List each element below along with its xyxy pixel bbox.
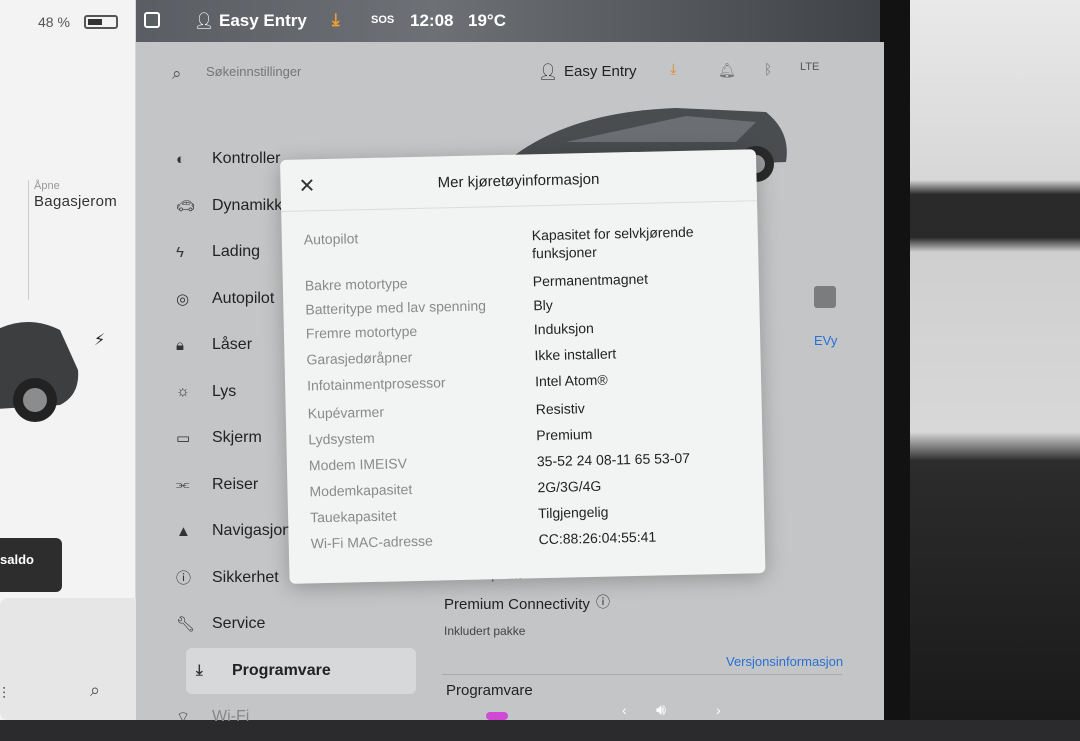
sos-icon[interactable]: SOS	[371, 14, 394, 26]
info-icon: ⓘ	[176, 570, 192, 588]
clock-time: 12:08	[410, 11, 454, 30]
bolt-icon: ϟ	[176, 243, 184, 261]
saldo-button[interactable]: saldo	[0, 538, 62, 592]
version-info-link[interactable]: Versjonsinformasjon	[726, 654, 843, 669]
lte-signal-icon: LTE	[800, 61, 820, 73]
evy-label[interactable]: EVy	[814, 333, 837, 348]
modal-title: Mer kjøretøyinformasjon	[437, 170, 600, 192]
premium-connectivity-title: Premium Connectivity	[444, 596, 590, 613]
search-icon[interactable]: ⌕	[90, 680, 100, 701]
package-included-label: Inkludert pakke	[444, 624, 526, 638]
wifi-icon: ⌔	[176, 708, 191, 726]
chevron-right-icon[interactable]: ›	[716, 702, 721, 718]
vehicle-info-modal: ✕ Mer kjøretøyinformasjon Autopilot Kapas…	[280, 149, 766, 584]
trunk-label[interactable]: Bagasjerom	[34, 193, 117, 210]
chevron-left-icon[interactable]: ‹	[622, 702, 627, 718]
modal-header: ✕ Mer kjøretøyinformasjon	[280, 149, 758, 212]
download-icon[interactable]: ⤓	[670, 61, 677, 78]
toggle-icon: ◐	[176, 150, 186, 168]
menu-item-wifi[interactable]: ⌔ Wi-Fi	[176, 694, 416, 741]
wrench-icon: 🔧︎	[176, 616, 196, 634]
navigation-icon: ▲	[176, 522, 191, 540]
trunk-open-label[interactable]: Åpne	[34, 180, 60, 192]
sliders-icon[interactable]: ⫶	[2, 686, 6, 704]
car-icon: 🚗︎	[176, 197, 196, 215]
card-icon	[814, 286, 836, 308]
background-photo	[900, 0, 1080, 720]
search-icon: ⌕	[172, 64, 182, 83]
menu-item-programvare[interactable]: ⤓ Programvare	[186, 647, 416, 694]
menu-item-service[interactable]: 🔧︎ Service	[176, 601, 416, 648]
info-rows: Autopilot Kapasitet for selvkjørende funk…	[304, 221, 751, 561]
info-value: CC:88:26:04:55:41	[538, 528, 657, 548]
sun-icon: ☼	[176, 383, 190, 401]
route-icon: ⫘	[176, 476, 190, 494]
battery-percent: 48 %	[38, 14, 70, 30]
home-icon[interactable]	[144, 12, 160, 28]
car-side-icon	[0, 322, 79, 422]
search-input[interactable]	[206, 64, 406, 79]
driver-profile[interactable]: Easy Entry	[219, 11, 307, 31]
screen-bezel	[880, 0, 910, 720]
download-icon[interactable]: ⤓	[332, 10, 340, 30]
charging-bolt-icon: ⚡	[94, 332, 106, 349]
steering-wheel-icon: ◎	[176, 290, 190, 308]
trunk-indicator-line	[28, 180, 29, 300]
outside-temperature: 19°C	[468, 11, 506, 30]
display-icon: ▭	[176, 430, 191, 448]
bell-icon[interactable]: 🔔︎	[718, 62, 736, 79]
person-icon[interactable]: 👤︎	[194, 11, 214, 31]
car-panel: 48 % Åpne Bagasjerom ⚡ saldo ⫶ ⌕	[0, 0, 148, 720]
info-value: Kapasitet for selvkjørende funksjoner	[531, 223, 694, 262]
bottom-card	[0, 598, 148, 720]
info-label: Autopilot	[303, 230, 359, 248]
volume-icon[interactable]: 🔊︎	[656, 702, 666, 720]
header-profile[interactable]: Easy Entry	[564, 63, 637, 80]
info-label: Wi-Fi MAC-adresse	[310, 532, 433, 552]
battery-icon	[84, 15, 118, 29]
bluetooth-icon[interactable]: ᛒ	[764, 61, 772, 77]
divider	[442, 674, 842, 675]
download-icon: ⤓	[196, 662, 203, 680]
info-icon[interactable]: ⓘ	[596, 592, 610, 612]
lock-icon: 🔒︎	[176, 336, 184, 354]
person-icon: 👤︎	[538, 64, 559, 81]
software-section-title: Programvare	[446, 682, 533, 699]
app-launcher-button[interactable]	[486, 712, 508, 720]
